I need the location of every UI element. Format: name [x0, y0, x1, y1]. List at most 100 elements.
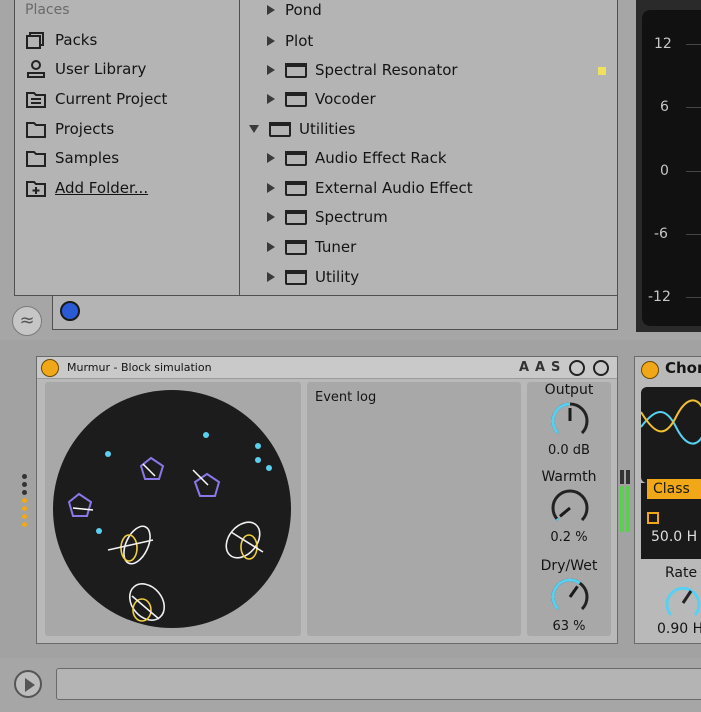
dry-wet-knob-value: 63 %	[552, 619, 586, 634]
header-icon-a[interactable]: A	[519, 360, 529, 375]
save-preset-icon[interactable]	[593, 360, 609, 376]
item-label: Utilities	[299, 120, 356, 138]
browser-item-audio-effect-rack[interactable]: Audio Effect Rack	[267, 146, 447, 170]
browser-item-spectral-resonator[interactable]: Spectral Resonator	[267, 58, 458, 82]
level-meter-panel: 12 6 0 -6 -12	[636, 0, 701, 332]
activity-dot	[22, 514, 27, 519]
activity-dot	[22, 498, 27, 503]
meter-tick	[686, 171, 701, 172]
place-packs[interactable]: Packs	[25, 29, 97, 51]
places-header: Places	[25, 2, 70, 18]
expand-arrow-icon[interactable]	[267, 65, 275, 75]
project-icon	[25, 89, 47, 109]
add-folder-label: Add Folder...	[55, 179, 149, 197]
sim-line	[72, 463, 209, 511]
browser-item-plot[interactable]: Plot	[267, 29, 313, 53]
clip-overview[interactable]	[56, 668, 701, 700]
rate-knob-value: 0.90 H	[657, 621, 701, 637]
rate-knob[interactable]	[663, 583, 701, 623]
folder-icon	[285, 62, 307, 78]
output-knob[interactable]	[549, 400, 591, 442]
browser-item-external-audio-effect[interactable]: External Audio Effect	[267, 176, 473, 200]
place-label: Current Project	[55, 90, 168, 108]
expand-arrow-icon[interactable]	[267, 212, 275, 222]
meter-tick	[686, 234, 701, 235]
folder-icon	[285, 209, 307, 225]
packs-icon	[25, 30, 47, 50]
header-icon-s[interactable]: S	[551, 360, 560, 375]
meter-label: -6	[654, 226, 668, 242]
browser-item-vocoder[interactable]: Vocoder	[267, 87, 376, 111]
meter-tick	[686, 297, 701, 298]
output-knob-value: 0.0 dB	[548, 443, 590, 458]
meter-tick	[686, 44, 701, 45]
add-folder-button[interactable]: Add Folder...	[25, 177, 148, 199]
play-icon[interactable]	[14, 670, 42, 698]
dry-wet-knob[interactable]	[549, 576, 591, 618]
lfo-display	[640, 387, 701, 483]
browser-item-utility[interactable]: Utility	[267, 265, 359, 289]
warmth-knob[interactable]	[549, 487, 591, 529]
filter-checkbox[interactable]	[647, 512, 659, 524]
place-label: Projects	[55, 120, 115, 138]
place-user-library[interactable]: User Library	[25, 58, 146, 80]
add-folder-icon	[25, 178, 47, 198]
expand-arrow-icon[interactable]	[267, 36, 275, 46]
place-projects[interactable]: Projects	[25, 118, 114, 140]
folder-icon	[269, 121, 291, 137]
rate-knob-label: Rate	[665, 565, 698, 581]
activity-dot	[22, 482, 27, 487]
place-label: Packs	[55, 31, 98, 49]
header-icon-a[interactable]: A	[535, 360, 545, 375]
browser-item-pond[interactable]: Pond	[267, 0, 322, 22]
event-log-title: Event log	[315, 390, 377, 405]
folder-icon	[285, 269, 307, 285]
meter-label: 0	[660, 163, 669, 179]
expand-arrow-icon[interactable]	[267, 183, 275, 193]
place-label: Samples	[55, 149, 120, 167]
meter-tick	[686, 107, 701, 108]
device-title: Chor	[665, 359, 701, 377]
item-label: External Audio Effect	[315, 179, 473, 197]
browser-item-tuner[interactable]: Tuner	[267, 235, 356, 259]
device-murmur: Murmur - Block simulation A A S Event lo…	[36, 356, 618, 644]
filter-frequency-value[interactable]: 50.0 H	[651, 529, 697, 545]
browser-item-utilities[interactable]: Utilities	[249, 117, 355, 141]
meter-label: 6	[660, 99, 669, 115]
hot-swap-icon[interactable]	[569, 360, 585, 376]
item-label: Pond	[285, 1, 322, 19]
sim-pentagon	[67, 456, 221, 517]
expand-arrow-icon[interactable]	[267, 242, 275, 252]
dry-wet-knob-label: Dry/Wet	[540, 558, 598, 574]
activity-dot	[22, 506, 27, 511]
meter-label: 12	[654, 36, 672, 52]
warmth-knob-value: 0.2 %	[550, 530, 588, 545]
simulation-canvas[interactable]	[53, 390, 291, 628]
collapse-arrow-icon[interactable]	[249, 125, 259, 133]
level-meter: 12 6 0 -6 -12	[642, 10, 701, 326]
folder-icon	[285, 180, 307, 196]
item-label: Spectrum	[315, 208, 388, 226]
place-samples[interactable]: Samples	[25, 147, 119, 169]
user-icon	[25, 59, 47, 79]
mode-button[interactable]: Class	[647, 479, 701, 499]
device-power-button[interactable]	[641, 361, 659, 379]
browser-items: Pond Plot Spectral Resonator Vocoder Uti…	[241, 0, 619, 296]
expand-arrow-icon[interactable]	[267, 153, 275, 163]
device-power-button[interactable]	[41, 359, 59, 377]
place-current-project[interactable]: Current Project	[25, 88, 167, 110]
browser-item-spectrum[interactable]: Spectrum	[267, 205, 388, 229]
expand-arrow-icon[interactable]	[267, 94, 275, 104]
preview-headphone-icon[interactable]	[60, 301, 80, 321]
output-knob-label: Output	[544, 382, 594, 398]
item-label: Vocoder	[315, 90, 376, 108]
sim-particle	[96, 432, 272, 534]
expand-arrow-icon[interactable]	[267, 272, 275, 282]
groove-pool-button[interactable]: ≈	[12, 306, 42, 336]
expand-arrow-icon[interactable]	[267, 5, 275, 15]
activity-dot	[22, 490, 27, 495]
folder-icon	[285, 239, 307, 255]
places-section: Places Packs User Library Current Projec…	[15, 0, 237, 296]
device-title-bar[interactable]: Murmur - Block simulation A A S	[37, 357, 617, 379]
output-level-meter	[620, 470, 632, 534]
